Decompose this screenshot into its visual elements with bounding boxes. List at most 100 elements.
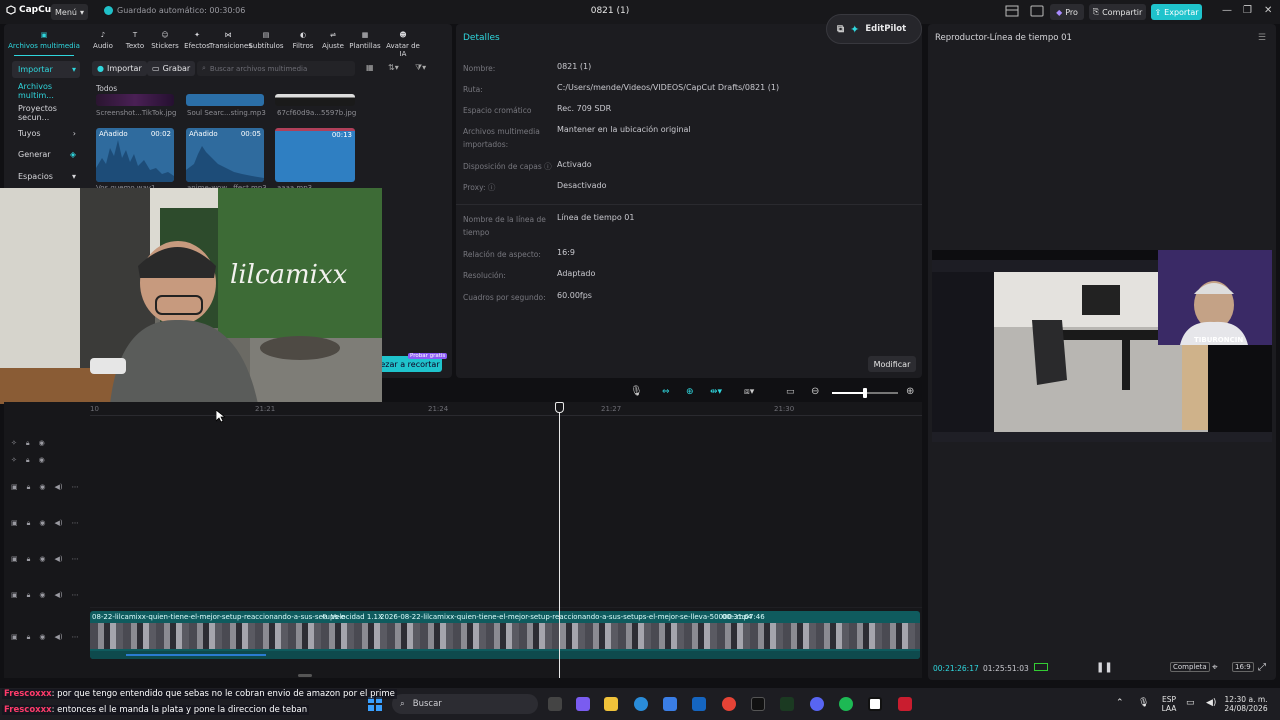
sidebar-import[interactable]: Importar ▾ [12, 61, 80, 78]
time-ruler[interactable]: 10 21:21 21:24 21:27 21:30 [90, 402, 922, 416]
captions-icon[interactable]: ▭ [786, 387, 795, 397]
record-button[interactable]: ▭ Grabar [147, 61, 196, 76]
layout-icon[interactable] [1005, 5, 1019, 17]
speaker-icon[interactable]: ◀) [54, 483, 62, 491]
media-thumb-1[interactable] [96, 94, 174, 106]
magnet-icon[interactable]: ⊕ [686, 387, 694, 397]
eye-icon[interactable]: ◉ [39, 555, 45, 563]
sidebar-media-files[interactable]: Archivos multim... [12, 82, 80, 100]
chrome-icon[interactable] [722, 697, 736, 711]
eye-icon[interactable]: ◉ [39, 633, 45, 641]
sidebar-generate[interactable]: Generar ◈ [12, 146, 80, 163]
split-link-icon[interactable]: ⇹▾ [710, 387, 722, 397]
media-thumb-6[interactable]: 00:13 [275, 128, 355, 182]
ratio-button[interactable]: 16:9 [1232, 662, 1254, 672]
full-button[interactable]: Completa [1170, 662, 1210, 672]
eye-icon[interactable]: ◉ [39, 591, 45, 599]
menu-button[interactable]: Menú ▾ [51, 4, 88, 20]
speaker-icon[interactable]: ◀) [54, 519, 62, 527]
timeline-scrollbar[interactable] [298, 674, 312, 677]
menu-icon[interactable]: ☰ [1258, 33, 1266, 43]
media-search-input[interactable]: ⌕ Buscar archivos multimedia [197, 61, 355, 76]
taskbar-search[interactable]: ⌕ Buscar [392, 694, 538, 714]
lock-icon[interactable]: 🔒︎ [27, 591, 31, 600]
focus-icon[interactable]: ⌖ [1212, 662, 1218, 673]
clock[interactable]: 12:30 a. m. 24/08/2026 [1222, 695, 1270, 713]
zoom-slider[interactable] [832, 388, 898, 398]
zoom-out-icon[interactable]: ⊖ [811, 386, 819, 397]
maximize-icon[interactable]: ❐ [1243, 5, 1252, 16]
lock-icon[interactable]: 🔒︎ [26, 456, 30, 465]
preview-axis-icon[interactable]: ⧈▾ [744, 387, 754, 397]
tool-tab-templates[interactable]: ▦ Plantillas [346, 28, 384, 54]
grid-view-icon[interactable]: ▦ [366, 63, 374, 72]
media-thumb-2[interactable] [186, 94, 264, 106]
link-icon[interactable]: ⇔ [662, 387, 670, 397]
speaker-icon[interactable]: ◀) [54, 591, 62, 599]
eye-icon[interactable]: ◉ [39, 483, 45, 491]
eye-icon[interactable]: ◉ [39, 519, 45, 527]
more-icon[interactable]: ⋯ [72, 483, 79, 491]
tool-tab-media[interactable]: ▣ Archivos multimedia [8, 28, 80, 54]
capcut-taskbar-icon[interactable] [868, 697, 882, 711]
tool-tab-ai-avatar[interactable]: ☻ Avatar de IA [384, 28, 422, 58]
tray-mic-icon[interactable]: 🎙 [1138, 698, 1149, 708]
media-thumb-3[interactable] [275, 94, 355, 106]
lock-icon[interactable]: 🔒︎ [27, 519, 31, 528]
playhead[interactable] [555, 402, 564, 678]
microphone-icon[interactable]: 🎙 [630, 386, 643, 397]
eye-icon[interactable]: ◉ [39, 439, 45, 447]
sort-icon[interactable]: ⇅▾ [388, 63, 399, 72]
close-icon[interactable]: ✕ [1264, 5, 1272, 16]
pause-icon[interactable]: ❚❚ [1096, 662, 1113, 673]
tool-tab-transitions[interactable]: ⋈ Transiciones [209, 28, 252, 54]
fullscreen-icon[interactable]: ⤢ [1258, 662, 1266, 673]
editpilot-button[interactable]: ⧉ ✦ EditPilot [826, 14, 922, 44]
filter-icon[interactable]: ⧩▾ [415, 63, 426, 73]
sidebar-secondary-projects[interactable]: Proyectos secun... [12, 104, 80, 122]
minimize-icon[interactable]: — [1222, 5, 1232, 16]
app-taskbar-icon[interactable] [898, 697, 912, 711]
media-thumb-4[interactable]: Añadido 00:02 [96, 128, 174, 182]
playhead-handle[interactable] [555, 402, 564, 413]
speaker-icon[interactable]: ◀) [54, 555, 62, 563]
import-button[interactable]: ● Importar [92, 61, 147, 76]
shortcut-icon[interactable] [1030, 5, 1044, 17]
edge-icon[interactable] [634, 697, 648, 711]
eye-icon[interactable]: ◉ [39, 456, 45, 464]
sidebar-spaces[interactable]: Espacios ▾ [12, 168, 80, 185]
share-button[interactable]: ⎘ Compartir [1089, 4, 1146, 20]
lock-icon[interactable]: 🔒︎ [27, 483, 31, 492]
pro-button[interactable]: ◆ Pro [1050, 4, 1084, 20]
outlook-icon[interactable] [692, 697, 706, 711]
volume-icon[interactable]: ◀) [1206, 698, 1216, 708]
obs-icon[interactable] [780, 697, 794, 711]
zoom-in-icon[interactable]: ⊕ [906, 386, 914, 397]
media-thumb-5[interactable]: Añadido 00:05 [186, 128, 264, 182]
modify-button[interactable]: Modificar [868, 356, 916, 372]
main-video-clip[interactable]: 08-22-lilcamixx-quien-tiene-el-mejor-set… [90, 611, 920, 659]
filter-all[interactable]: Todos [96, 84, 117, 93]
discord-icon[interactable] [810, 697, 824, 711]
tray-chevron-icon[interactable]: ⌃ [1116, 698, 1124, 708]
lock-icon[interactable]: 🔒︎ [27, 633, 31, 642]
copilot-icon[interactable] [576, 697, 590, 711]
more-icon[interactable]: ⋯ [72, 591, 79, 599]
windows-start-icon[interactable] [368, 697, 382, 711]
speaker-icon[interactable]: ◀) [54, 633, 62, 641]
lock-icon[interactable]: 🔒︎ [27, 555, 31, 564]
tool-tab-subtitles[interactable]: ▤ Subtítulos [247, 28, 285, 54]
more-icon[interactable]: ⋯ [72, 519, 79, 527]
network-icon[interactable]: ▭ [1186, 698, 1195, 708]
task-view-icon[interactable] [548, 697, 562, 711]
spotify-icon[interactable] [839, 697, 853, 711]
file-explorer-icon[interactable] [604, 697, 618, 711]
steam-icon[interactable] [751, 697, 765, 711]
language-indicator[interactable]: ESP LAA [1160, 695, 1178, 713]
zoom-slider-handle[interactable] [863, 388, 867, 398]
lock-icon[interactable]: 🔒︎ [26, 439, 30, 448]
sidebar-yours[interactable]: Tuyos › [12, 125, 80, 142]
more-icon[interactable]: ⋯ [72, 555, 79, 563]
more-icon[interactable]: ⋯ [72, 633, 79, 641]
export-button[interactable]: ⇪ Exportar [1151, 4, 1202, 20]
